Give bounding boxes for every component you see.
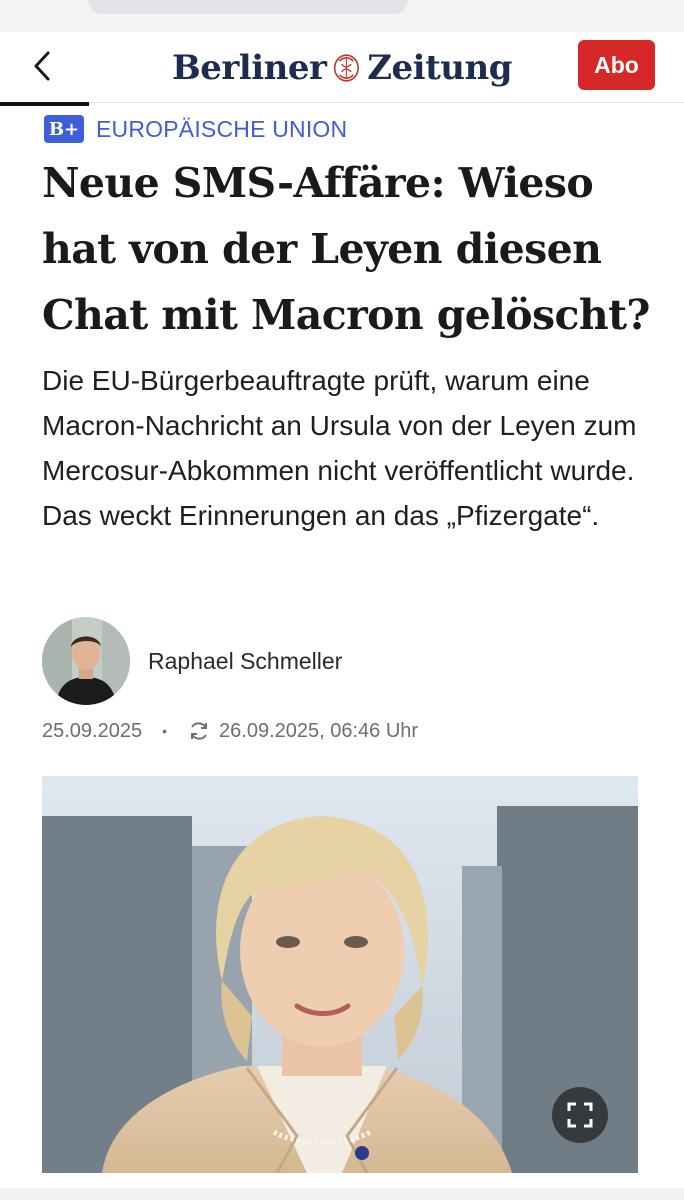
separator-dot: • [162,723,168,739]
fullscreen-button[interactable] [552,1087,608,1143]
logo-word-right: Zeitung [367,48,512,88]
author-name[interactable]: Raphael Schmeller [148,648,342,675]
site-header: Berliner Zeitung Abo [0,32,684,103]
back-button[interactable] [24,46,60,86]
article-lead: Die EU-Bürgerbeauftragte prüft, warum ei… [42,365,637,531]
date-row: 25.09.2025 • 26.09.2025, 06:46 Uhr [42,716,418,746]
author-row[interactable]: Raphael Schmeller [42,617,342,705]
site-logo[interactable]: Berliner Zeitung [172,40,512,96]
category-label: EUROPÄISCHE UNION [96,115,348,142]
bplus-badge: B+ [44,115,84,143]
browser-top-bar [0,0,684,32]
published-date: 25.09.2025 [42,719,143,742]
logo-word-left: Berliner [172,48,327,88]
article-headline: Neue SMS-Affäre: Wieso hat von der Leyen… [42,159,650,339]
bottom-edge [0,1188,684,1200]
updated-date: 26.09.2025, 06:46 Uhr [219,719,419,742]
category-row[interactable]: B+ EUROPÄISCHE UNION [44,114,347,144]
reading-progress-bar [0,102,89,106]
fullscreen-icon [567,1102,593,1128]
refresh-icon [187,719,211,743]
address-bar[interactable] [88,0,408,14]
article-hero-image[interactable] [42,776,638,1173]
logo-emblem-icon [334,54,360,82]
abo-button[interactable]: Abo [578,40,655,90]
article-page: Berliner Zeitung Abo B+ EUROPÄISCHE UNIO… [0,0,684,1200]
chevron-left-icon [34,51,50,81]
author-avatar[interactable] [42,617,130,705]
